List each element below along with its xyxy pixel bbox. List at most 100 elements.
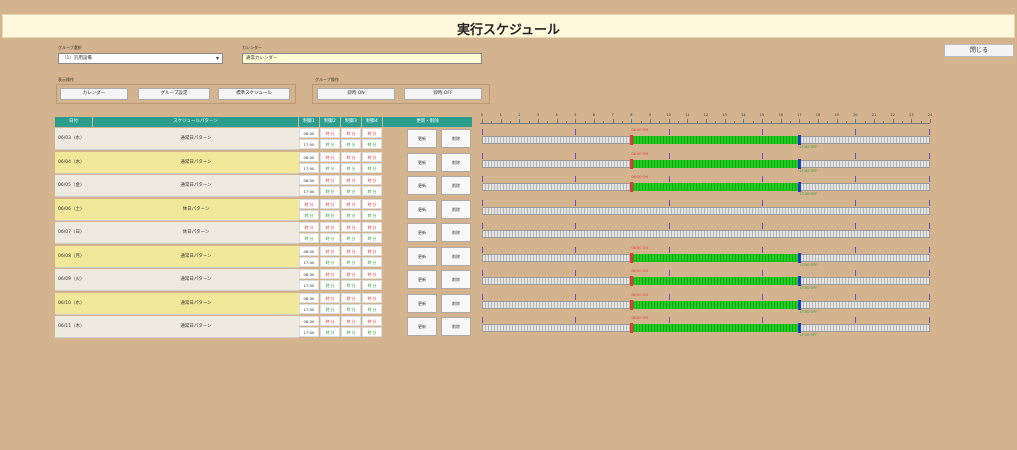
control-3-off-time[interactable]: 時 分 (341, 139, 361, 149)
control-4-on-time[interactable]: 時 分 (362, 222, 382, 232)
update-button[interactable]: 更新 (407, 223, 437, 242)
control-3-off-time[interactable]: 時 分 (341, 233, 361, 243)
delete-button[interactable]: 削除 (441, 199, 471, 219)
row-date: 06/03（水） (55, 128, 93, 150)
immediate-on-button[interactable]: 即時 ON (317, 88, 395, 100)
control-3-on-time[interactable]: 時 分 (341, 245, 361, 256)
control-3-on-time[interactable]: 時 分 (341, 316, 361, 326)
control-1-off-time[interactable]: 17:00 (299, 139, 319, 149)
control-2-on-time[interactable]: 時 分 (320, 269, 340, 279)
control-3-on-time[interactable]: 時 分 (341, 222, 361, 232)
control-1-on-time[interactable]: 時 分 (299, 222, 319, 232)
control-2-on-time[interactable]: 時 分 (320, 245, 340, 256)
control-1-off-time[interactable]: 17:00 (299, 327, 319, 337)
delete-button[interactable]: 削除 (441, 176, 471, 195)
control-1-on-time[interactable]: 08:00 (299, 175, 319, 185)
control-3-off-time[interactable]: 時 分 (341, 303, 361, 314)
control-2-off-time[interactable]: 時 分 (320, 139, 340, 149)
close-button[interactable]: 閉じる (944, 44, 1014, 57)
delete-button[interactable]: 削除 (441, 246, 471, 266)
control-2-on-time[interactable]: 時 分 (320, 198, 340, 209)
control-2-off-time[interactable]: 時 分 (320, 280, 340, 290)
calendar-button[interactable]: カレンダー (60, 88, 128, 100)
control-2-on-time[interactable]: 時 分 (320, 292, 340, 303)
control-4-on-time[interactable]: 時 分 (362, 128, 382, 138)
update-button[interactable]: 更新 (407, 317, 437, 336)
control-1-off-time[interactable]: 17:00 (299, 256, 319, 267)
control-3-off-time[interactable]: 時 分 (341, 280, 361, 290)
control-2-on-time[interactable]: 時 分 (320, 128, 340, 138)
control-1-off-time[interactable]: 17:00 (299, 303, 319, 314)
control-1-on-time[interactable]: 08:00 (299, 269, 319, 279)
control-4-on-time[interactable]: 時 分 (362, 175, 382, 185)
delete-button[interactable]: 削除 (441, 152, 471, 172)
control-2-off-time[interactable]: 時 分 (320, 256, 340, 267)
control-4-on-time[interactable]: 時 分 (362, 316, 382, 326)
ruler-tick (743, 119, 745, 123)
update-button[interactable]: 更新 (407, 129, 437, 148)
update-button[interactable]: 更新 (407, 270, 437, 289)
control-1-off-time[interactable]: 17:00 (299, 162, 319, 173)
control-3-off-time[interactable]: 時 分 (341, 327, 361, 337)
control-2-off-time[interactable]: 時 分 (320, 233, 340, 243)
control-4-on-time[interactable]: 時 分 (362, 245, 382, 256)
control-4-off-time[interactable]: 時 分 (362, 233, 382, 243)
control-1-on-time[interactable]: 08:00 (299, 245, 319, 256)
immediate-off-button[interactable]: 即時 OFF (404, 88, 482, 100)
control-3-on-time[interactable]: 時 分 (341, 292, 361, 303)
update-button[interactable]: 更新 (407, 293, 437, 313)
control-4-off-time[interactable]: 時 分 (362, 303, 382, 314)
control-3-on-time[interactable]: 時 分 (341, 151, 361, 162)
control-3-on-time[interactable]: 時 分 (341, 198, 361, 209)
control-3-off-time[interactable]: 時 分 (341, 186, 361, 196)
control-1-off-time[interactable]: 17:00 (299, 186, 319, 196)
control-4-off-time[interactable]: 時 分 (362, 139, 382, 149)
control-4-off-time[interactable]: 時 分 (362, 209, 382, 220)
delete-button[interactable]: 削除 (441, 270, 471, 289)
delete-button[interactable]: 削除 (441, 223, 471, 242)
control-2-off-time[interactable]: 時 分 (320, 162, 340, 173)
group-settings-button[interactable]: グループ設定 (138, 88, 210, 100)
control-1-on-time[interactable]: 08:00 (299, 128, 319, 138)
control-2-on-time[interactable]: 時 分 (320, 222, 340, 232)
control-3-on-time[interactable]: 時 分 (341, 175, 361, 185)
control-3-on-time[interactable]: 時 分 (341, 128, 361, 138)
control-3-off-time[interactable]: 時 分 (341, 162, 361, 173)
group-select[interactable]: （1）汎用設備 ▾ (58, 53, 223, 64)
delete-button[interactable]: 削除 (441, 129, 471, 148)
control-1-off-time[interactable]: 時 分 (299, 233, 319, 243)
update-button[interactable]: 更新 (407, 246, 437, 266)
control-1-off-time[interactable]: 17:00 (299, 280, 319, 290)
control-1-on-time[interactable]: 08:00 (299, 292, 319, 303)
control-4-off-time[interactable]: 時 分 (362, 327, 382, 337)
control-2-off-time[interactable]: 時 分 (320, 209, 340, 220)
update-button[interactable]: 更新 (407, 176, 437, 195)
control-4-off-time[interactable]: 時 分 (362, 280, 382, 290)
control-1-on-time[interactable]: 08:00 (299, 316, 319, 326)
control-1-on-time[interactable]: 時 分 (299, 198, 319, 209)
control-1-off-time[interactable]: 時 分 (299, 209, 319, 220)
delete-button[interactable]: 削除 (441, 293, 471, 313)
control-1-on-time[interactable]: 08:00 (299, 151, 319, 162)
control-2-off-time[interactable]: 時 分 (320, 303, 340, 314)
control-4-on-time[interactable]: 時 分 (362, 292, 382, 303)
control-2-on-time[interactable]: 時 分 (320, 175, 340, 185)
control-3-off-time[interactable]: 時 分 (341, 256, 361, 267)
update-button[interactable]: 更新 (407, 199, 437, 219)
control-4-off-time[interactable]: 時 分 (362, 162, 382, 173)
update-button[interactable]: 更新 (407, 152, 437, 172)
control-3-off-time[interactable]: 時 分 (341, 209, 361, 220)
control-2-on-time[interactable]: 時 分 (320, 316, 340, 326)
control-4-off-time[interactable]: 時 分 (362, 256, 382, 267)
control-4-off-time[interactable]: 時 分 (362, 186, 382, 196)
control-2-off-time[interactable]: 時 分 (320, 327, 340, 337)
control-4-on-time[interactable]: 時 分 (362, 198, 382, 209)
calendar-field[interactable]: 通常カレンダー (242, 53, 482, 64)
standard-schedule-button[interactable]: 標準スケジュール (218, 88, 290, 100)
control-2-off-time[interactable]: 時 分 (320, 186, 340, 196)
control-3-on-time[interactable]: 時 分 (341, 269, 361, 279)
control-4-on-time[interactable]: 時 分 (362, 151, 382, 162)
delete-button[interactable]: 削除 (441, 317, 471, 336)
control-2-on-time[interactable]: 時 分 (320, 151, 340, 162)
control-4-on-time[interactable]: 時 分 (362, 269, 382, 279)
